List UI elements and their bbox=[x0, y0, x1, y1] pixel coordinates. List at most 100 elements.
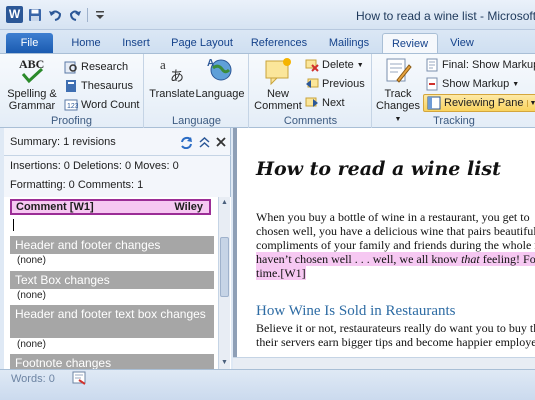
ribbon: ABC Spelling & Grammar Research Thesauru… bbox=[0, 53, 535, 128]
tab-mailings[interactable]: Mailings bbox=[323, 33, 375, 53]
title-bar: W How to read a wine list - Microsoft W bbox=[0, 0, 535, 30]
refresh-icon[interactable] bbox=[179, 135, 193, 149]
language-group: aあ Translate A Language Language bbox=[145, 54, 249, 128]
research-button[interactable]: Research bbox=[64, 58, 128, 76]
translate-icon: aあ bbox=[157, 56, 187, 86]
tab-page-layout[interactable]: Page Layout bbox=[168, 33, 236, 53]
paragraph-line-4-italic: that bbox=[461, 252, 480, 266]
previous-comment-icon bbox=[305, 77, 319, 91]
word-count-button[interactable]: 123 Word Count bbox=[64, 96, 140, 114]
document-subheading: How Wine Is Sold in Restaurants bbox=[256, 303, 456, 319]
paragraph-line-6: Believe it or not, restaurateurs really … bbox=[256, 321, 535, 335]
document-horizontal-scrollbar[interactable] bbox=[233, 357, 535, 369]
previous-comment-button[interactable]: Previous bbox=[305, 75, 365, 93]
language-group-label: Language bbox=[172, 115, 221, 127]
section-value-text-box: (none) bbox=[17, 290, 46, 301]
section-header-text-box: Text Box changes bbox=[10, 271, 214, 289]
comment-entry[interactable]: Comment [W1] Wiley bbox=[10, 199, 211, 215]
thesaurus-button[interactable]: Thesaurus bbox=[64, 77, 133, 95]
word-app-icon[interactable]: W bbox=[6, 6, 23, 23]
show-markup-dropdown-icon[interactable]: ▼ bbox=[512, 81, 519, 88]
paragraph-line-2: chosen well, you have a delicious wine t… bbox=[256, 224, 535, 238]
section-value-header-footer-text-box: (none) bbox=[17, 339, 46, 350]
paragraph-line-1: When you buy a bottle of wine in a resta… bbox=[256, 210, 530, 224]
comment-label: Comment [W1] bbox=[16, 201, 94, 213]
paragraph-line-4-c: feeling! Fortu bbox=[482, 252, 535, 266]
research-label: Research bbox=[81, 61, 129, 73]
document-page[interactable]: How to read a wine list When you buy a b… bbox=[237, 128, 535, 369]
translate-label: Translate bbox=[149, 88, 195, 100]
next-comment-button[interactable]: Next bbox=[305, 94, 345, 112]
undo-icon[interactable] bbox=[47, 7, 63, 23]
spelling-grammar-button[interactable]: ABC Spelling & Grammar bbox=[4, 56, 60, 112]
next-comment-icon bbox=[305, 96, 319, 110]
final-markup-label: Final: Show Markup bbox=[442, 59, 535, 71]
paragraph-line-3: compliments of your family and friends d… bbox=[256, 238, 535, 252]
window-title: How to read a wine list - Microsoft W bbox=[356, 9, 535, 23]
show-markup-button[interactable]: Show Markup ▼ bbox=[425, 75, 519, 93]
language-button[interactable]: A Language bbox=[195, 56, 245, 100]
word-count-label: Word Count bbox=[81, 99, 140, 111]
new-comment-label: New Comment bbox=[254, 88, 302, 112]
language-globe-icon: A bbox=[205, 56, 235, 86]
spelling-label: Spelling & Grammar bbox=[7, 88, 57, 112]
proofing-status-icon[interactable] bbox=[72, 371, 86, 385]
delete-dropdown-icon[interactable]: ▼ bbox=[357, 62, 364, 69]
scrollbar-thumb[interactable] bbox=[220, 237, 229, 297]
customize-qat-icon[interactable] bbox=[92, 7, 108, 23]
display-for-review-dropdown[interactable]: Final: Show Markup bbox=[425, 56, 535, 74]
thesaurus-label: Thesaurus bbox=[81, 80, 133, 92]
section-header-header-footer: Header and footer changes bbox=[10, 236, 214, 254]
comments-group-label: Comments bbox=[283, 115, 338, 127]
delete-comment-icon bbox=[305, 58, 319, 72]
close-pane-icon[interactable] bbox=[214, 135, 228, 149]
tab-view[interactable]: View bbox=[446, 33, 478, 53]
reviewing-pane-label: Reviewing Pane bbox=[444, 97, 524, 109]
reviewing-pane-button[interactable]: Reviewing Pane ▼ bbox=[423, 94, 535, 112]
tab-references[interactable]: References bbox=[248, 33, 310, 53]
tab-insert[interactable]: Insert bbox=[116, 33, 156, 53]
reviewing-pane-icon bbox=[427, 96, 441, 110]
spelling-icon: ABC bbox=[17, 56, 47, 86]
quick-access-toolbar: W bbox=[6, 6, 108, 23]
section-header-header-footer-text-box: Header and footer text box changes bbox=[10, 305, 214, 338]
paragraph-line-4: haven’t chosen well . . . well, we all k… bbox=[256, 252, 535, 266]
paragraph-line-4-a: haven’t chosen well . . . well, we all k… bbox=[256, 252, 462, 266]
stats-line-1: Insertions: 0 Deletions: 0 Moves: 0 bbox=[10, 160, 179, 172]
redo-icon[interactable] bbox=[67, 7, 83, 23]
track-changes-icon bbox=[383, 56, 413, 86]
scroll-up-icon[interactable]: ▲ bbox=[220, 198, 229, 208]
display-for-review-icon bbox=[425, 58, 439, 72]
section-value-header-footer: (none) bbox=[17, 255, 46, 266]
proofing-group: ABC Spelling & Grammar Research Thesauru… bbox=[0, 54, 144, 128]
section-header-footnote: Footnote changes bbox=[10, 354, 214, 369]
new-comment-button[interactable]: New Comment bbox=[254, 56, 302, 112]
status-bar: Words: 0 bbox=[0, 369, 535, 400]
stats-line-2: Formatting: 0 Comments: 1 bbox=[10, 179, 144, 191]
ribbon-tab-bar: File Home Insert Page Layout References … bbox=[0, 30, 535, 53]
previous-label: Previous bbox=[322, 78, 365, 90]
collapse-summary-icon[interactable] bbox=[197, 135, 211, 149]
save-icon[interactable] bbox=[27, 7, 43, 23]
comments-group: New Comment Delete ▼ Previous Next Comme… bbox=[250, 54, 372, 128]
delete-label: Delete bbox=[322, 59, 354, 71]
revisions-list[interactable]: Comment [W1] Wiley Header and footer cha… bbox=[4, 197, 231, 369]
show-markup-label: Show Markup bbox=[442, 78, 510, 90]
word-count-status[interactable]: Words: 0 bbox=[11, 373, 55, 385]
scroll-down-icon[interactable]: ▼ bbox=[220, 358, 229, 368]
tab-review[interactable]: Review bbox=[382, 33, 438, 53]
translate-button[interactable]: aあ Translate bbox=[149, 56, 195, 100]
svg-text:a: a bbox=[160, 57, 166, 72]
tab-file[interactable]: File bbox=[6, 33, 53, 53]
word-count-icon: 123 bbox=[64, 98, 78, 112]
reviewing-pane-dropdown-icon[interactable]: ▼ bbox=[526, 99, 535, 107]
comment-marker[interactable]: [W1] bbox=[280, 266, 306, 280]
paragraph-line-5: time.[W1] bbox=[256, 266, 306, 280]
reviewing-pane-scrollbar[interactable]: ▲ ▼ bbox=[218, 197, 230, 369]
document-heading: How to read a wine list bbox=[256, 158, 501, 180]
svg-text:123: 123 bbox=[67, 103, 78, 110]
summary-title: Summary: 1 revisions bbox=[10, 136, 116, 148]
delete-comment-button[interactable]: Delete ▼ bbox=[305, 56, 364, 74]
tracking-group-label: Tracking bbox=[433, 115, 475, 127]
tab-home[interactable]: Home bbox=[66, 33, 106, 53]
